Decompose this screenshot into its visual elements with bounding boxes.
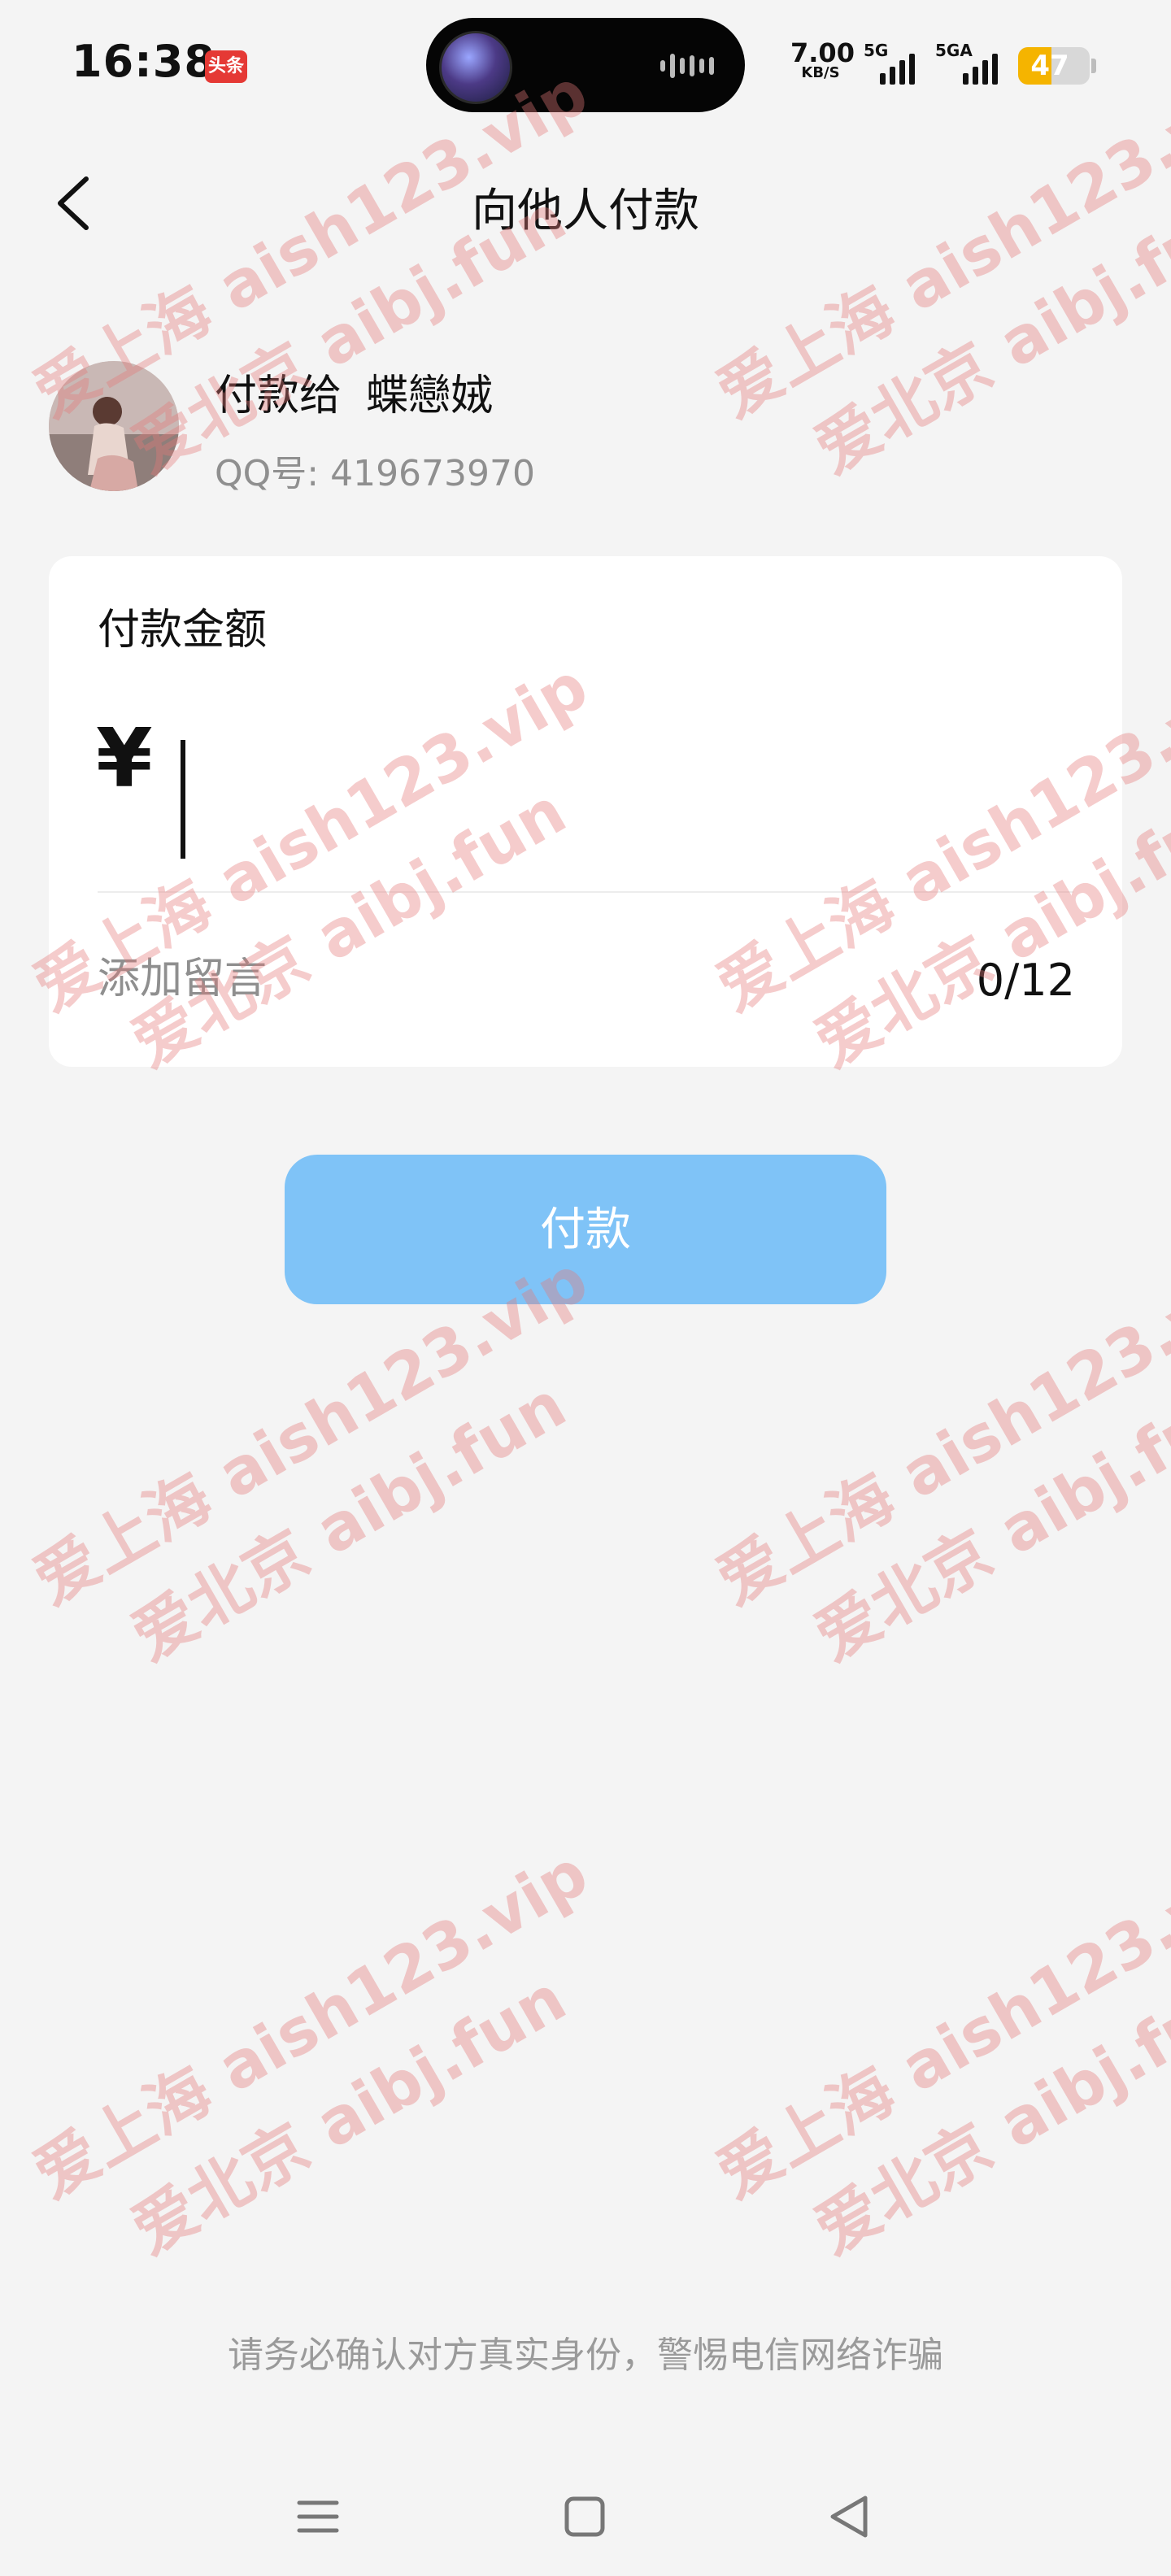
network-speed-value: 7.00 [790,37,855,68]
payee-avatar[interactable] [49,361,179,491]
pay-button[interactable]: 付款 [285,1155,886,1304]
battery-level: 47 [1030,50,1069,82]
square-icon [564,2496,605,2537]
status-bar: 16:38 头条 7.00 KB/S 5G 5GA 47 [0,0,1171,122]
menu-icon [297,2500,339,2533]
amount-label: 付款金额 [98,606,268,655]
watermark-text: 爱上海 aish123.vip 爱北京 aibj.fun [22,1836,600,2269]
recent-apps-button[interactable] [281,2480,355,2553]
system-back-button[interactable] [813,2480,886,2553]
memo-char-counter: 0/12 [976,955,1075,1006]
triangle-back-icon [830,2496,868,2538]
watermark-text: 爱上海 aish123.vip 爱北京 aibj.fun [22,1242,600,1675]
audio-wave-icon [660,52,717,80]
divider [98,891,1073,893]
toutiao-notification-icon: 头条 [205,50,247,83]
payee-title: 付款给 蝶戀娀 [215,361,493,422]
fraud-warning: 请务必确认对方真实身份，警惕电信网络诈骗 [228,2334,943,2376]
system-nav-bar [0,2439,1171,2576]
battery-icon: 47 [1018,47,1090,85]
text-cursor [181,740,185,859]
network-speed: 7.00 KB/S [790,37,855,81]
memo-input[interactable] [98,946,829,1012]
battery-tip [1091,59,1096,73]
amount-input[interactable] [198,719,1064,834]
home-button[interactable] [548,2480,621,2553]
music-cover-icon [439,31,512,104]
watermark-text: 爱上海 aish123.vip 爱北京 aibj.fun [705,1836,1171,2269]
payee-prefix: 付款给 [215,372,342,420]
signal-5g-icon: 5G [864,41,921,85]
signal-5ga-icon: 5GA [935,41,1003,85]
status-time: 16:38 [72,36,215,87]
currency-symbol: ¥ [96,711,153,806]
payment-card: 付款金额 ¥ 0/12 [49,556,1122,1067]
avatar-photo [49,361,179,491]
payee-name: 蝶戀娀 [366,372,494,420]
dynamic-island[interactable] [426,18,745,112]
payee-qq-number: QQ号: 419673970 [215,453,536,494]
watermark-text: 爱上海 aish123.vip 爱北京 aibj.fun [705,1242,1171,1675]
page-title: 向他人付款 [472,185,699,237]
